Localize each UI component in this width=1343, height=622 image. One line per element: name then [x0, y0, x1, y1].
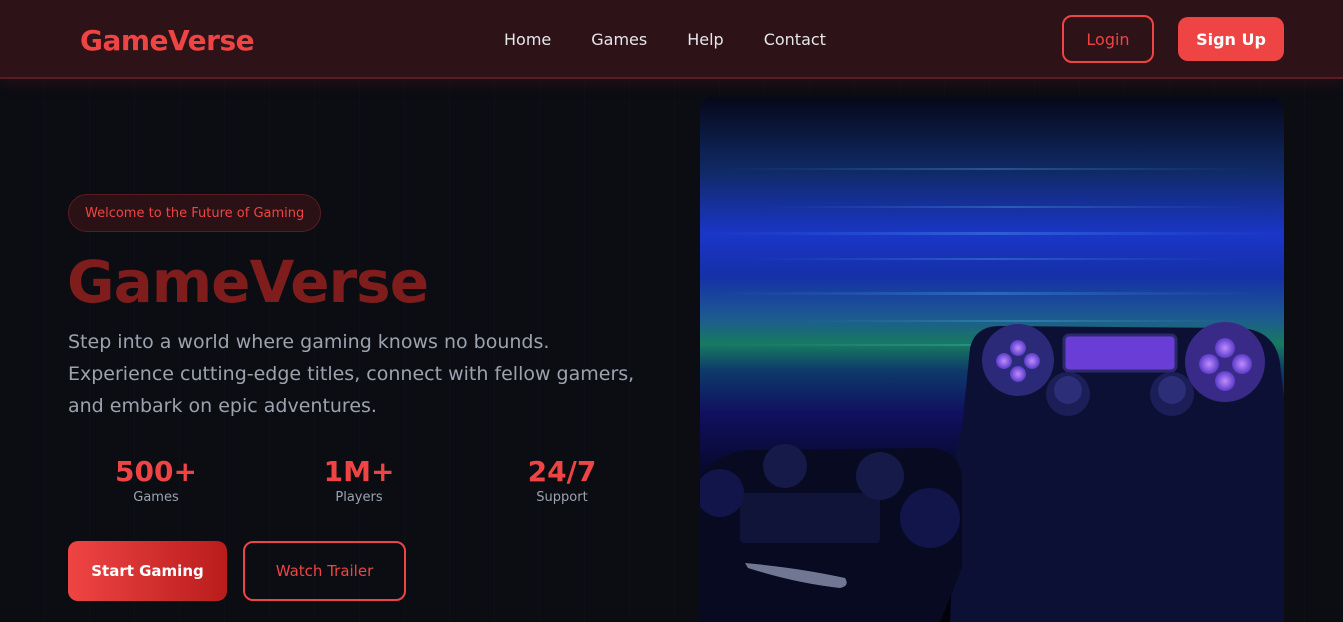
stat-value: 1M+ — [323, 455, 395, 488]
brand-logo[interactable]: GameVerse — [80, 24, 255, 57]
nav-link-home[interactable]: Home — [504, 30, 551, 49]
stat-value: 24/7 — [527, 455, 597, 488]
nav-link-contact[interactable]: Contact — [764, 30, 826, 49]
hero-title: GameVerse — [67, 248, 429, 316]
stat-support: 24/7 Support — [482, 455, 642, 505]
stat-label: Players — [335, 490, 383, 505]
navbar: GameVerse Home Games Help Contact Login … — [0, 0, 1343, 79]
signup-button[interactable]: Sign Up — [1178, 17, 1284, 61]
stat-value: 500+ — [115, 455, 197, 488]
hero-description: Step into a world where gaming knows no … — [68, 331, 635, 417]
nav-links: Home Games Help Contact — [504, 30, 866, 49]
stat-label: Games — [133, 490, 179, 505]
watch-trailer-button[interactable]: Watch Trailer — [243, 541, 406, 601]
stat-label: Support — [536, 490, 588, 505]
login-button[interactable]: Login — [1062, 15, 1154, 63]
start-gaming-button[interactable]: Start Gaming — [68, 541, 227, 601]
stat-games: 500+ Games — [76, 455, 236, 505]
welcome-badge: Welcome to the Future of Gaming — [68, 194, 322, 232]
controller-illustration — [700, 98, 1284, 622]
hero-image-controllers — [700, 98, 1284, 622]
nav-link-help[interactable]: Help — [687, 30, 723, 49]
nav-link-games[interactable]: Games — [591, 30, 647, 49]
stat-players: 1M+ Players — [279, 455, 439, 505]
